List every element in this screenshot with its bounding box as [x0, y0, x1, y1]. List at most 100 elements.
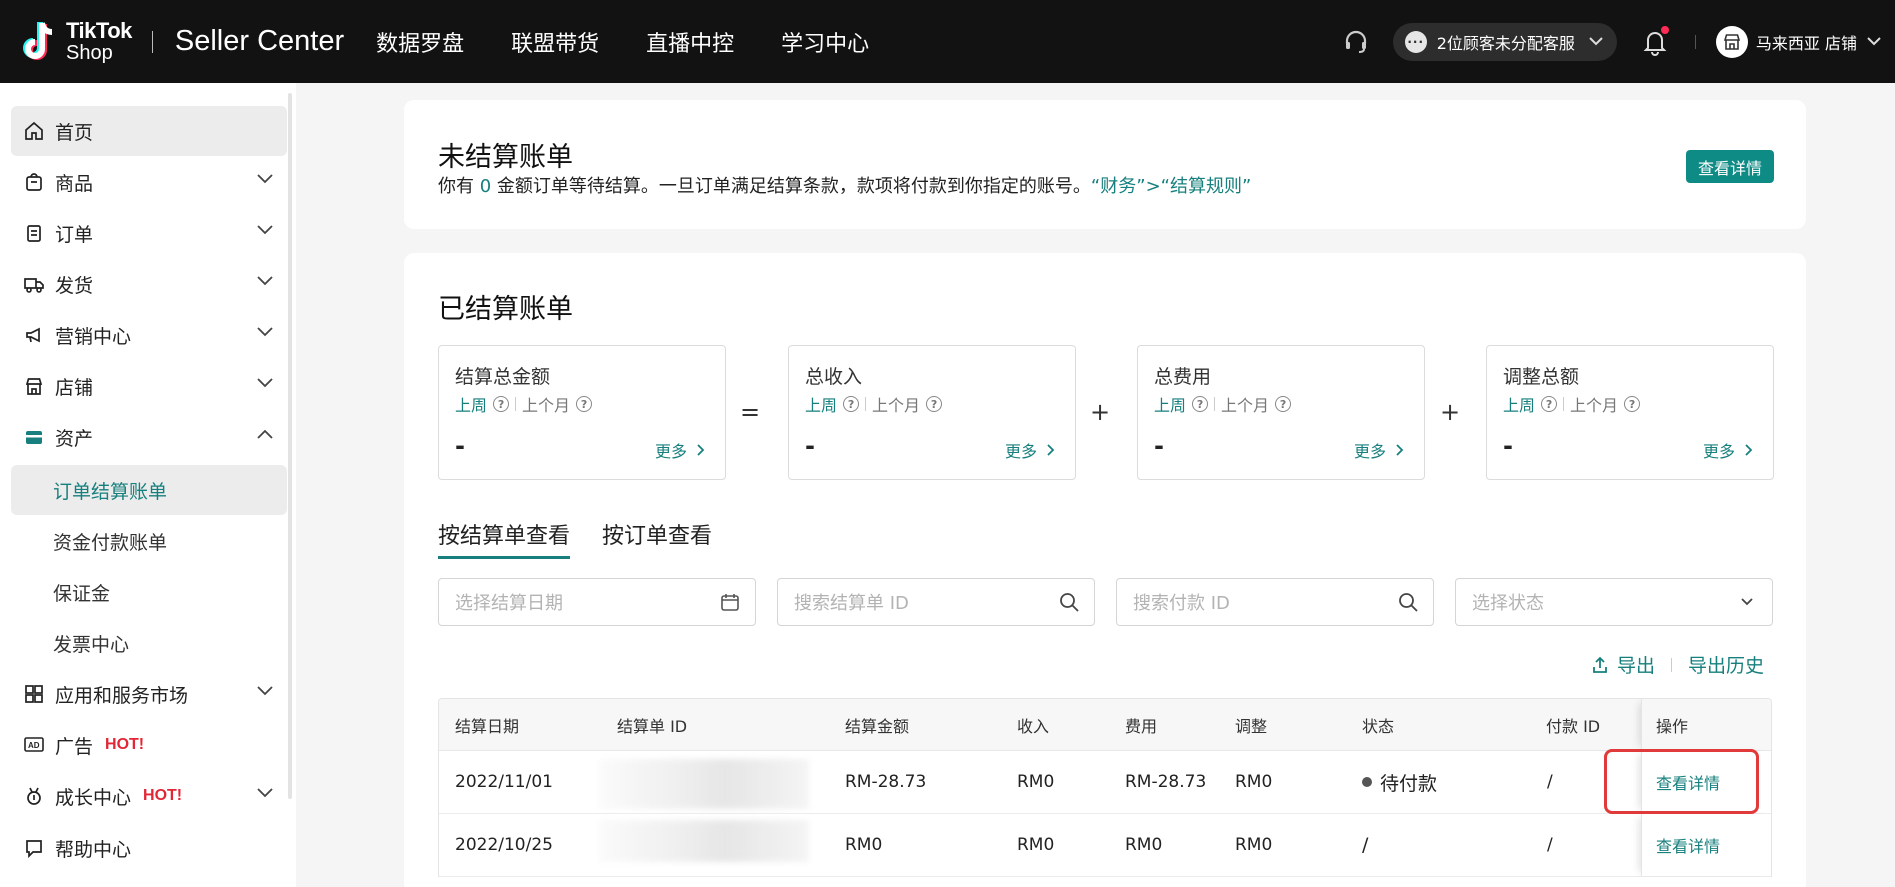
- settlement-date-picker[interactable]: 选择结算日期: [438, 578, 756, 626]
- more-link[interactable]: 更多: [1005, 438, 1057, 462]
- row-income: RM0: [1017, 772, 1055, 792]
- help-icon: [23, 837, 45, 859]
- nav-learning-center[interactable]: 学习中心: [781, 26, 869, 58]
- sidebar-item-assets[interactable]: 资产: [11, 412, 287, 462]
- redacted-statement-id: [599, 759, 809, 809]
- period-last-month[interactable]: 上个月: [522, 392, 570, 416]
- help-icon[interactable]: ?: [576, 396, 593, 412]
- export-divider: [1670, 657, 1672, 672]
- view-details-button[interactable]: 查看详情: [1686, 150, 1774, 183]
- statement-id-search[interactable]: 搜索结算单 ID: [777, 578, 1095, 626]
- chevron-right-icon: [1745, 444, 1753, 456]
- row-status: /: [1362, 834, 1369, 856]
- help-icon[interactable]: ?: [1275, 396, 1292, 412]
- tiktok-shop-logo[interactable]: TikTok Shop: [20, 19, 132, 65]
- export-actions: 导出 导出历史: [1591, 651, 1764, 678]
- sidebar-item-growth-center[interactable]: 成长中心 HOT!: [11, 771, 287, 821]
- sidebar-item-help-center[interactable]: 帮助中心: [11, 823, 287, 873]
- sidebar-item-ads[interactable]: AD 广告 HOT!: [11, 720, 287, 770]
- status-text: 待付款: [1380, 772, 1438, 795]
- period-last-week[interactable]: 上周: [455, 392, 487, 416]
- wallet-icon: [23, 426, 45, 448]
- sidebar-scrollbar[interactable]: [288, 93, 292, 799]
- sidebar-item-app-market[interactable]: 应用和服务市场: [11, 669, 287, 719]
- export-button[interactable]: 导出: [1617, 651, 1655, 678]
- tab-by-statement[interactable]: 按结算单查看: [438, 518, 571, 559]
- nav-affiliate[interactable]: 联盟带货: [511, 26, 599, 58]
- table-header: 结算日期 结算单 ID 结算金额 收入 费用 调整 状态 付款 ID 操作: [439, 699, 1771, 751]
- home-icon: [23, 120, 45, 142]
- notification-bell[interactable]: [1641, 25, 1669, 56]
- view-details-link[interactable]: 查看详情: [1656, 751, 1720, 813]
- payment-id-search[interactable]: 搜索付款 ID: [1116, 578, 1434, 626]
- export-history-button[interactable]: 导出历史: [1688, 651, 1764, 678]
- metric-title: 总收入: [805, 366, 863, 388]
- sidebar-subitem-deposit[interactable]: 保证金: [11, 567, 287, 617]
- sidebar-subitem-payment-statements[interactable]: 资金付款账单: [11, 516, 287, 566]
- row-action-wrapper: 查看详情: [1641, 814, 1771, 876]
- sidebar-item-shipping[interactable]: 发货: [11, 259, 287, 309]
- top-nav: 数据罗盘 联盟带货 直播中控 学习中心: [376, 26, 916, 58]
- sidebar-item-label: 营销中心: [55, 325, 132, 348]
- sidebar-item-label: 订单: [55, 223, 94, 246]
- metric-value: -: [1154, 432, 1164, 460]
- row-adjustment: RM0: [1235, 772, 1273, 792]
- customer-service-status[interactable]: ··· 2位顾客未分配客服: [1392, 22, 1617, 61]
- app-title: Seller Center: [174, 25, 345, 57]
- sidebar-item-orders[interactable]: 订单: [11, 208, 287, 258]
- metric-total-income: 总收入 上周? 上个月? - 更多: [788, 345, 1076, 480]
- truck-icon: [23, 273, 45, 295]
- chevron-down-icon: [1741, 598, 1753, 606]
- sidebar: 首页 商品 订单 发货 营销中心 店铺 资产 订单结算账单 资金付款账单 保证金…: [0, 83, 296, 887]
- sidebar-subitem-order-statements[interactable]: 订单结算账单: [11, 465, 287, 515]
- period-last-month[interactable]: 上个月: [872, 392, 920, 416]
- period-last-month[interactable]: 上个月: [1570, 392, 1618, 416]
- nav-live-control[interactable]: 直播中控: [646, 26, 734, 58]
- chevron-down-icon: [257, 225, 273, 235]
- period-last-week[interactable]: 上周: [1503, 392, 1535, 416]
- sidebar-subitem-invoice-center[interactable]: 发票中心: [11, 618, 287, 668]
- chevron-down-icon: [257, 327, 273, 337]
- period-last-month[interactable]: 上个月: [1221, 392, 1269, 416]
- headset-icon[interactable]: [1343, 29, 1369, 55]
- help-icon[interactable]: ?: [1624, 396, 1641, 412]
- help-icon[interactable]: ?: [843, 396, 860, 412]
- period-divider: [1214, 397, 1216, 411]
- row-status: 待付款: [1362, 751, 1437, 813]
- more-link[interactable]: 更多: [1354, 438, 1406, 462]
- megaphone-icon: [23, 324, 45, 346]
- status-dot: [1362, 777, 1372, 787]
- search-icon: [1399, 593, 1418, 612]
- help-icon[interactable]: ?: [493, 396, 510, 412]
- chevron-right-icon: [697, 444, 705, 456]
- chevron-down-icon: [1867, 37, 1881, 46]
- sidebar-item-marketing[interactable]: 营销中心: [11, 310, 287, 360]
- chevron-right-icon: [1047, 444, 1055, 456]
- nav-data-compass[interactable]: 数据罗盘: [376, 26, 464, 58]
- help-icon[interactable]: ?: [1192, 396, 1209, 412]
- status-select[interactable]: 选择状态: [1455, 578, 1773, 626]
- unread-dot: [1660, 25, 1669, 34]
- sidebar-item-products[interactable]: 商品: [11, 157, 287, 207]
- row-income: RM0: [1017, 835, 1055, 855]
- period-last-week[interactable]: 上周: [1154, 392, 1186, 416]
- unsettled-description: 你有 0 金额订单等待结算。一旦订单满足结算条款，款项将付款到你指定的账号。“财…: [438, 172, 1251, 198]
- help-icon[interactable]: ?: [1541, 396, 1558, 412]
- sidebar-item-shop[interactable]: 店铺: [11, 361, 287, 411]
- help-icon[interactable]: ?: [926, 396, 943, 412]
- period-last-week[interactable]: 上周: [805, 392, 837, 416]
- sidebar-item-label: 资产: [55, 427, 94, 450]
- cs-status-text: 2位顾客未分配客服: [1436, 33, 1575, 53]
- unsettled-title: 未结算账单: [438, 142, 573, 173]
- more-link[interactable]: 更多: [1703, 438, 1755, 462]
- tab-by-order[interactable]: 按订单查看: [602, 518, 712, 559]
- settlement-rules-link[interactable]: “财务”>“结算规则”: [1091, 176, 1251, 197]
- metric-total-adjustments: 调整总额 上周? 上个月? - 更多: [1486, 345, 1774, 480]
- more-link[interactable]: 更多: [655, 438, 707, 462]
- more-label: 更多: [654, 442, 687, 461]
- store-switcher[interactable]: 马来西亚 店铺: [1715, 25, 1881, 58]
- chevron-right-icon: [1396, 444, 1404, 456]
- sidebar-item-home[interactable]: 首页: [11, 106, 287, 156]
- col-adjustment: 调整: [1235, 716, 1268, 736]
- view-details-link[interactable]: 查看详情: [1656, 814, 1720, 876]
